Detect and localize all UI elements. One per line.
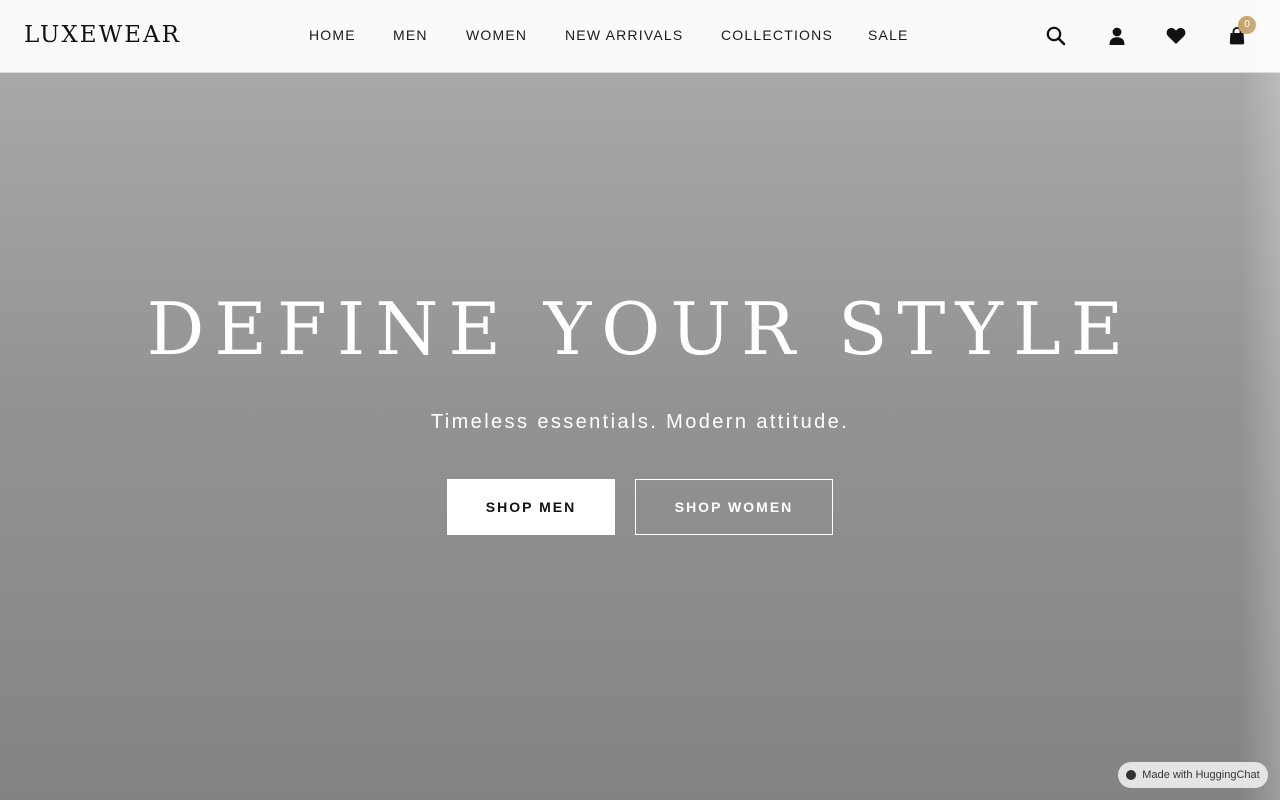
heart-icon[interactable] (1164, 24, 1188, 48)
site-header: LUXEWEAR HOME MEN WOMEN NEW ARRIVALS COL… (0, 0, 1280, 73)
nav-new-arrivals[interactable]: NEW ARRIVALS (565, 27, 683, 43)
nav-sale[interactable]: SALE (868, 27, 909, 43)
site-logo[interactable]: LUXEWEAR (24, 22, 181, 48)
huggingchat-logo-icon (1126, 770, 1137, 780)
user-icon[interactable] (1105, 24, 1129, 48)
nav-home[interactable]: HOME (309, 27, 356, 43)
hero-title: DEFINE YOUR STYLE (146, 287, 1134, 371)
nav-men[interactable]: MEN (393, 27, 428, 43)
nav-collections[interactable]: COLLECTIONS (721, 27, 833, 43)
nav-women[interactable]: WOMEN (466, 27, 527, 43)
cart-count-badge: 0 (1238, 16, 1256, 34)
shop-women-button[interactable]: SHOP WOMEN (635, 479, 833, 535)
search-icon[interactable] (1044, 24, 1068, 48)
hero-subtitle: Timeless essentials. Modern attitude. (430, 411, 850, 433)
made-with-badge[interactable]: Made with HuggingChat (1118, 762, 1268, 788)
hero-banner: DEFINE YOUR STYLE Timeless essentials. M… (0, 73, 1280, 800)
shop-men-button[interactable]: SHOP MEN (447, 479, 615, 535)
made-with-label: Made with HuggingChat (1142, 769, 1260, 781)
